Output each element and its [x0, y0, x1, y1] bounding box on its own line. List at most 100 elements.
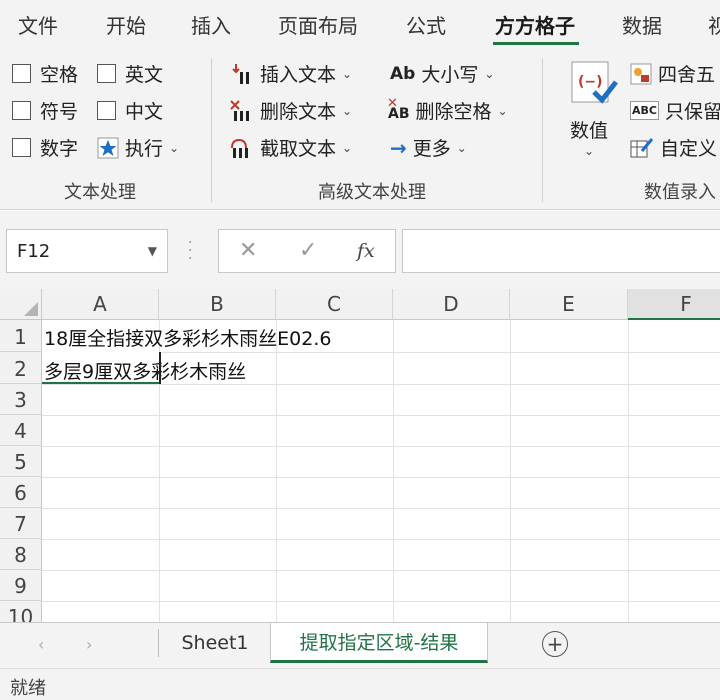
- column-header-c[interactable]: C: [276, 289, 393, 320]
- row-header-6[interactable]: 6: [0, 477, 42, 508]
- value-icon: (−): [570, 60, 618, 112]
- cell-a2[interactable]: 多层9厘双多彩杉木雨丝: [44, 357, 246, 384]
- gridline: [42, 446, 720, 447]
- checkbox-label: 中文: [125, 101, 164, 123]
- custom-button[interactable]: 自定义: [630, 134, 717, 161]
- formula-input[interactable]: [402, 229, 720, 273]
- delete-spaces-label: 删除空格: [415, 101, 492, 123]
- sheet-tab-sheet1[interactable]: Sheet1: [160, 623, 270, 663]
- row-header-8[interactable]: 8: [0, 539, 42, 570]
- cell-edge-marker: [159, 352, 161, 384]
- keep-only-button[interactable]: ABC 只保留: [630, 97, 720, 124]
- tab-fangfanggezi[interactable]: 方方格子: [495, 10, 575, 39]
- ribbon-panel: 空格 英文 符号 中文 数字 执行 ⌄ 文本处理 插入文本 ⌄ 删除文本 ⌄ 截…: [0, 50, 720, 210]
- row-header-5[interactable]: 5: [0, 446, 42, 477]
- group-separator: [542, 58, 543, 202]
- cancel-icon[interactable]: ✕: [239, 238, 257, 263]
- gridline: [42, 415, 720, 416]
- tab-file[interactable]: 文件: [18, 10, 58, 39]
- row-header-2[interactable]: 2: [0, 352, 42, 384]
- extract-text-button[interactable]: 截取文本 ⌄: [228, 134, 352, 161]
- column-header-a[interactable]: A: [42, 289, 159, 320]
- gridline: [393, 320, 394, 622]
- delete-spaces-button[interactable]: ✕ AB 删除空格 ⌄: [387, 96, 508, 124]
- gridline: [42, 539, 720, 540]
- cell-a1[interactable]: 18厘全指接双多彩杉木雨丝E02.6: [44, 324, 332, 351]
- column-header-d[interactable]: D: [393, 289, 510, 320]
- keep-only-label: 只保留: [664, 101, 720, 123]
- active-tab-indicator: [493, 42, 579, 45]
- group-label-advanced-text: 高级文本处理: [318, 182, 426, 203]
- confirm-icon[interactable]: ✓: [299, 238, 317, 263]
- tab-home[interactable]: 开始: [106, 10, 146, 39]
- checkbox-chinese[interactable]: 中文: [97, 97, 163, 124]
- tab-view[interactable]: 视: [708, 10, 720, 39]
- column-header-e[interactable]: E: [510, 289, 628, 320]
- row-header-4[interactable]: 4: [0, 415, 42, 446]
- select-all-triangle-icon: [24, 302, 38, 316]
- select-all-corner[interactable]: [0, 289, 42, 320]
- checkbox-box[interactable]: [97, 64, 116, 83]
- execute-label: 执行: [125, 138, 164, 160]
- add-sheet-icon[interactable]: +: [542, 631, 568, 657]
- row-header-10[interactable]: 10: [0, 601, 42, 622]
- gridline: [510, 320, 511, 622]
- row-header-7[interactable]: 7: [0, 508, 42, 539]
- row-header-9[interactable]: 9: [0, 570, 42, 601]
- round-button[interactable]: 四舍五: [630, 60, 715, 87]
- star-icon: [97, 137, 119, 159]
- next-sheet-icon[interactable]: ›: [86, 635, 92, 654]
- row-header-1[interactable]: 1: [0, 320, 42, 352]
- tab-data[interactable]: 数据: [622, 10, 662, 39]
- formula-bar: F12 ▼ · · · ✕ ✓ fx: [0, 211, 720, 289]
- checkbox-english[interactable]: 英文: [97, 60, 163, 87]
- checkbox-symbol[interactable]: 符号: [12, 97, 78, 124]
- checkbox-label: 数字: [40, 138, 79, 160]
- delete-spaces-icon: ✕ AB: [387, 96, 410, 122]
- row-header-3[interactable]: 3: [0, 384, 42, 415]
- column-header-b[interactable]: B: [159, 289, 276, 320]
- tab-insert[interactable]: 插入: [191, 10, 231, 39]
- chevron-down-icon: ⌄: [584, 144, 595, 158]
- more-label: 更多: [412, 138, 451, 160]
- checkbox-box[interactable]: [12, 64, 31, 83]
- checkbox-box[interactable]: [12, 101, 31, 120]
- checkbox-label: 空格: [40, 64, 79, 86]
- tab-divider: [158, 629, 159, 657]
- checkbox-label: 英文: [125, 64, 164, 86]
- insert-text-icon: [228, 62, 254, 86]
- case-button[interactable]: Ab 大小写 ⌄: [390, 60, 494, 87]
- checkbox-box[interactable]: [97, 101, 116, 120]
- sheet-tab-extract-result[interactable]: 提取指定区域-结果: [270, 623, 488, 663]
- gridline: [276, 320, 277, 622]
- gridline: [42, 477, 720, 478]
- chevron-down-icon: ⌄: [342, 66, 353, 81]
- gridline: [42, 384, 720, 385]
- prev-sheet-icon[interactable]: ‹: [38, 635, 44, 654]
- name-box[interactable]: F12 ▼: [6, 229, 168, 273]
- insert-function-icon[interactable]: fx: [357, 240, 375, 262]
- sheet-tab-bar: ‹ › Sheet1 提取指定区域-结果 +: [0, 622, 720, 668]
- case-icon: Ab: [390, 63, 416, 84]
- chevron-down-icon: ⌄: [497, 103, 508, 118]
- chevron-down-icon: ⌄: [456, 140, 467, 155]
- checkbox-box[interactable]: [12, 138, 31, 157]
- spreadsheet-grid[interactable]: A B C D E F 1 2 3 4 5 6 7 8 9 10 18厘全指接双…: [0, 289, 720, 622]
- value-button[interactable]: (−) 数值 ⌄: [560, 56, 626, 168]
- chevron-down-icon: ⌄: [342, 103, 353, 118]
- formula-bar-splitter[interactable]: · · ·: [188, 236, 192, 266]
- tab-formulas[interactable]: 公式: [406, 10, 446, 39]
- tab-page-layout[interactable]: 页面布局: [278, 10, 358, 39]
- insert-text-button[interactable]: 插入文本 ⌄: [228, 60, 352, 87]
- gridline: [42, 601, 720, 602]
- checkbox-space[interactable]: 空格: [12, 60, 78, 87]
- column-header-f[interactable]: F: [628, 289, 720, 320]
- more-button[interactable]: → 更多 ⌄: [390, 134, 467, 161]
- checkbox-label: 符号: [40, 101, 79, 123]
- name-box-value: F12: [17, 240, 51, 262]
- dropdown-triangle-icon[interactable]: ▼: [148, 244, 157, 258]
- round-icon: [630, 63, 652, 85]
- execute-button[interactable]: 执行 ⌄: [97, 134, 179, 161]
- delete-text-button[interactable]: 删除文本 ⌄: [228, 97, 352, 124]
- checkbox-number[interactable]: 数字: [12, 134, 78, 161]
